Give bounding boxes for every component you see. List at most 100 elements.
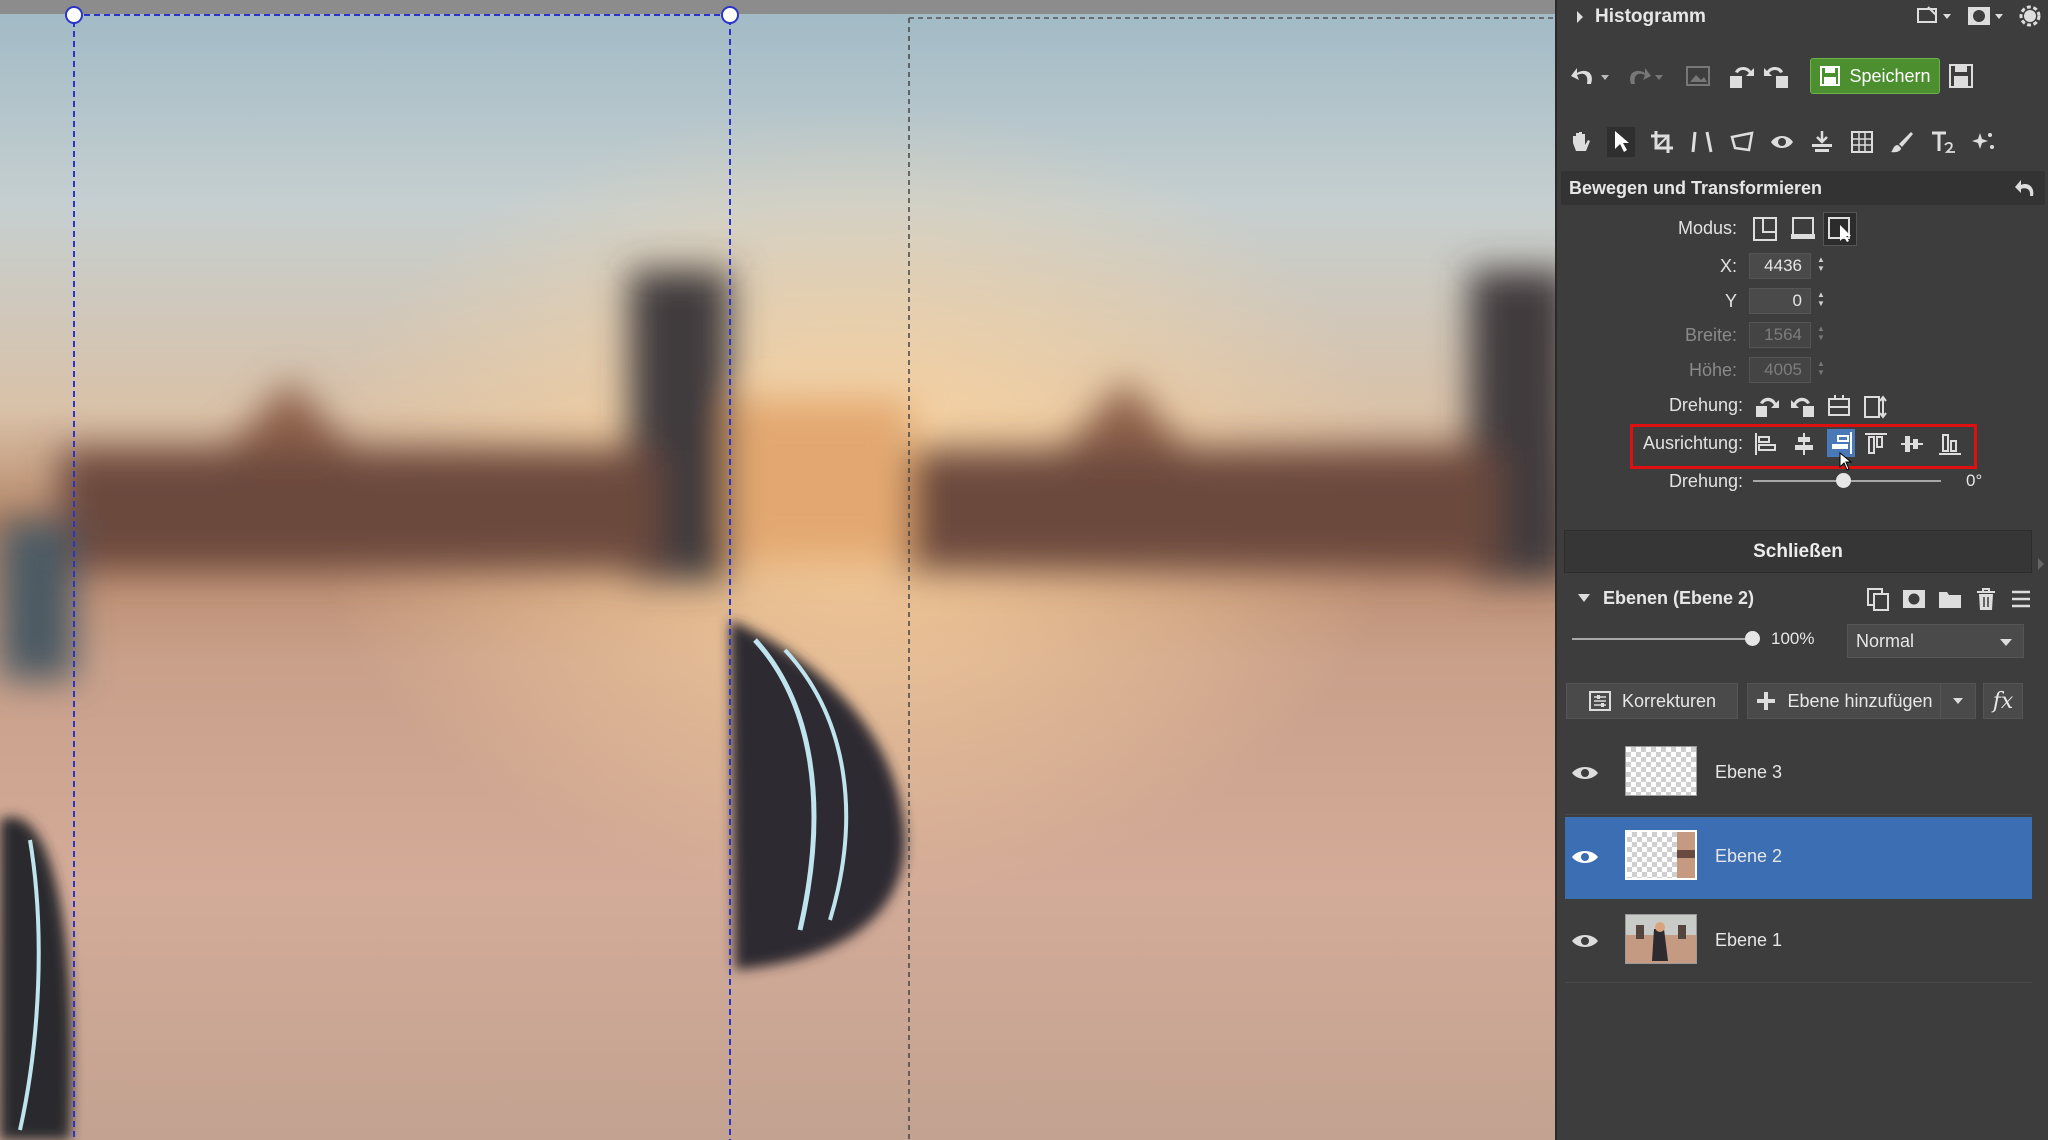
layer-name: Ebene 3 <box>1715 762 1783 782</box>
mask-icon[interactable] <box>1966 4 2004 28</box>
layer-thumbnail <box>1625 830 1697 880</box>
mode-layer-icon[interactable] <box>1751 215 1779 243</box>
height-spinner: ▲ ▼ <box>1817 359 1825 377</box>
menu-icon[interactable] <box>2009 586 2033 612</box>
mouse-cursor-icon <box>1839 452 1853 472</box>
mode-move-icon[interactable] <box>1823 212 1857 246</box>
floppy-disk-icon <box>1819 65 1841 87</box>
chevron-down-icon <box>1952 697 1964 705</box>
eye-icon[interactable] <box>1769 129 1795 155</box>
layer-item-ebene-3[interactable]: Ebene 3 <box>1565 733 2032 815</box>
rotate-right-90-icon[interactable] <box>1789 393 1817 421</box>
layer-item-ebene-2[interactable]: Ebene 2 <box>1565 817 2032 899</box>
y-label: Y <box>1724 291 1737 311</box>
rotate-right-icon[interactable] <box>1761 62 1791 92</box>
corrections-label: Korrekturen <box>1621 690 1717 711</box>
chevron-down-icon <box>1999 638 2013 647</box>
rotate-label: Drehung: <box>1668 395 1743 415</box>
eye-icon[interactable] <box>1571 763 1599 783</box>
perspective-icon[interactable] <box>1729 129 1755 155</box>
height-label: Höhe: <box>1688 360 1737 380</box>
layer-item-ebene-1[interactable]: Ebene 1 <box>1565 901 2032 983</box>
blend-mode-value: Normal <box>1856 630 1915 651</box>
crop-icon[interactable] <box>1649 129 1675 155</box>
layer-thumbnail <box>1625 914 1697 964</box>
select-arrow-icon[interactable] <box>1607 127 1635 157</box>
transform-title: Bewegen und Transformieren <box>1569 177 1823 198</box>
image-icon[interactable] <box>1685 64 1711 88</box>
angle-value: 0° <box>1966 471 1983 490</box>
layer-name: Ebene 2 <box>1715 846 1783 866</box>
y-spinner[interactable]: ▲ ▼ <box>1815 290 1827 308</box>
grid-icon[interactable] <box>1849 129 1875 155</box>
width-input: 1564 <box>1749 322 1811 348</box>
opacity-slider-track[interactable] <box>1572 638 1754 640</box>
crop-overlay-icon[interactable] <box>1916 4 1952 28</box>
brush-icon[interactable] <box>1889 129 1915 155</box>
layer-mask-icon[interactable] <box>1901 586 1927 612</box>
chevron-down-icon[interactable] <box>1577 593 1591 603</box>
opacity-value: 100% <box>1771 629 1815 648</box>
save-label: Speichern <box>1849 65 1931 86</box>
eye-icon[interactable] <box>1571 847 1599 867</box>
add-layer-button[interactable]: Ebene hinzufügen <box>1747 683 1941 719</box>
level-icon[interactable] <box>1809 129 1835 155</box>
image-canvas[interactable] <box>0 0 1555 1140</box>
angle-label: Drehung: <box>1668 471 1743 491</box>
layer-name: Ebene 1 <box>1715 930 1783 950</box>
align-top-icon[interactable] <box>1863 431 1889 457</box>
redo-icon[interactable] <box>1625 62 1667 92</box>
x-label: X: <box>1719 256 1737 276</box>
canvas-image <box>0 0 1555 1140</box>
undo-icon[interactable] <box>1569 62 1611 92</box>
flip-vertical-icon[interactable] <box>1861 393 1889 421</box>
align-label: Ausrichtung: <box>1642 433 1743 453</box>
layer-thumbnail <box>1625 746 1697 796</box>
text-icon[interactable] <box>1929 129 1957 155</box>
trash-icon[interactable] <box>1973 586 1999 612</box>
rotate-left-90-icon[interactable] <box>1753 393 1781 421</box>
flip-horizontal-icon[interactable] <box>1825 393 1853 421</box>
save-button[interactable]: Speichern <box>1810 58 1940 94</box>
panel-collapse-icon[interactable] <box>2036 556 2046 572</box>
folder-icon[interactable] <box>1937 586 1963 612</box>
add-layer-dropdown[interactable] <box>1940 683 1976 719</box>
fx-button[interactable]: fx <box>1983 683 2023 719</box>
width-spinner: ▲ ▼ <box>1817 324 1825 342</box>
angle-slider-thumb[interactable] <box>1836 473 1851 488</box>
mode-canvas-icon[interactable] <box>1789 215 1817 243</box>
x-spinner[interactable]: ▲ ▼ <box>1815 255 1827 273</box>
rotate-left-icon[interactable] <box>1727 62 1757 92</box>
tool-selector <box>1567 124 1997 160</box>
gear-icon[interactable] <box>2018 4 2042 28</box>
transform-section-header: Bewegen und Transformieren <box>1561 171 2045 205</box>
height-input: 4005 <box>1749 357 1811 383</box>
straighten-icon[interactable] <box>1689 129 1715 155</box>
histogram-header[interactable]: Histogramm <box>1557 0 2048 34</box>
add-layer-label: Ebene hinzufügen <box>1787 690 1933 711</box>
eye-icon[interactable] <box>1571 931 1599 951</box>
opacity-slider-thumb[interactable] <box>1745 631 1760 646</box>
blend-mode-select[interactable]: Normal <box>1847 624 2024 658</box>
x-input[interactable]: 4436 <box>1749 253 1811 279</box>
reset-arrow-icon[interactable] <box>2013 176 2037 200</box>
corrections-button[interactable]: Korrekturen <box>1566 683 1738 719</box>
duplicate-layer-icon[interactable] <box>1865 586 1891 612</box>
mode-label: Modus: <box>1677 218 1737 238</box>
plus-icon <box>1755 690 1777 712</box>
close-button[interactable]: Schließen <box>1564 530 2032 573</box>
right-panel: Histogramm Speichern Bewegen und Transfo… <box>1555 0 2048 1140</box>
chevron-right-icon[interactable] <box>1575 10 1585 24</box>
save-as-icon[interactable] <box>1947 62 1975 90</box>
hand-icon[interactable] <box>1567 129 1593 155</box>
align-center-vertical-icon[interactable] <box>1899 431 1925 457</box>
effects-icon[interactable] <box>1971 129 1997 155</box>
width-label: Breite: <box>1684 325 1737 345</box>
layers-header[interactable]: Ebenen (Ebene 2) <box>1563 578 2046 618</box>
align-center-horizontal-icon[interactable] <box>1791 431 1817 457</box>
layers-title: Ebenen (Ebene 2) <box>1603 587 1755 608</box>
align-left-icon[interactable] <box>1753 431 1779 457</box>
y-input[interactable]: 0 <box>1749 288 1811 314</box>
align-bottom-icon[interactable] <box>1937 431 1963 457</box>
histogram-title: Histogramm <box>1595 6 1706 27</box>
